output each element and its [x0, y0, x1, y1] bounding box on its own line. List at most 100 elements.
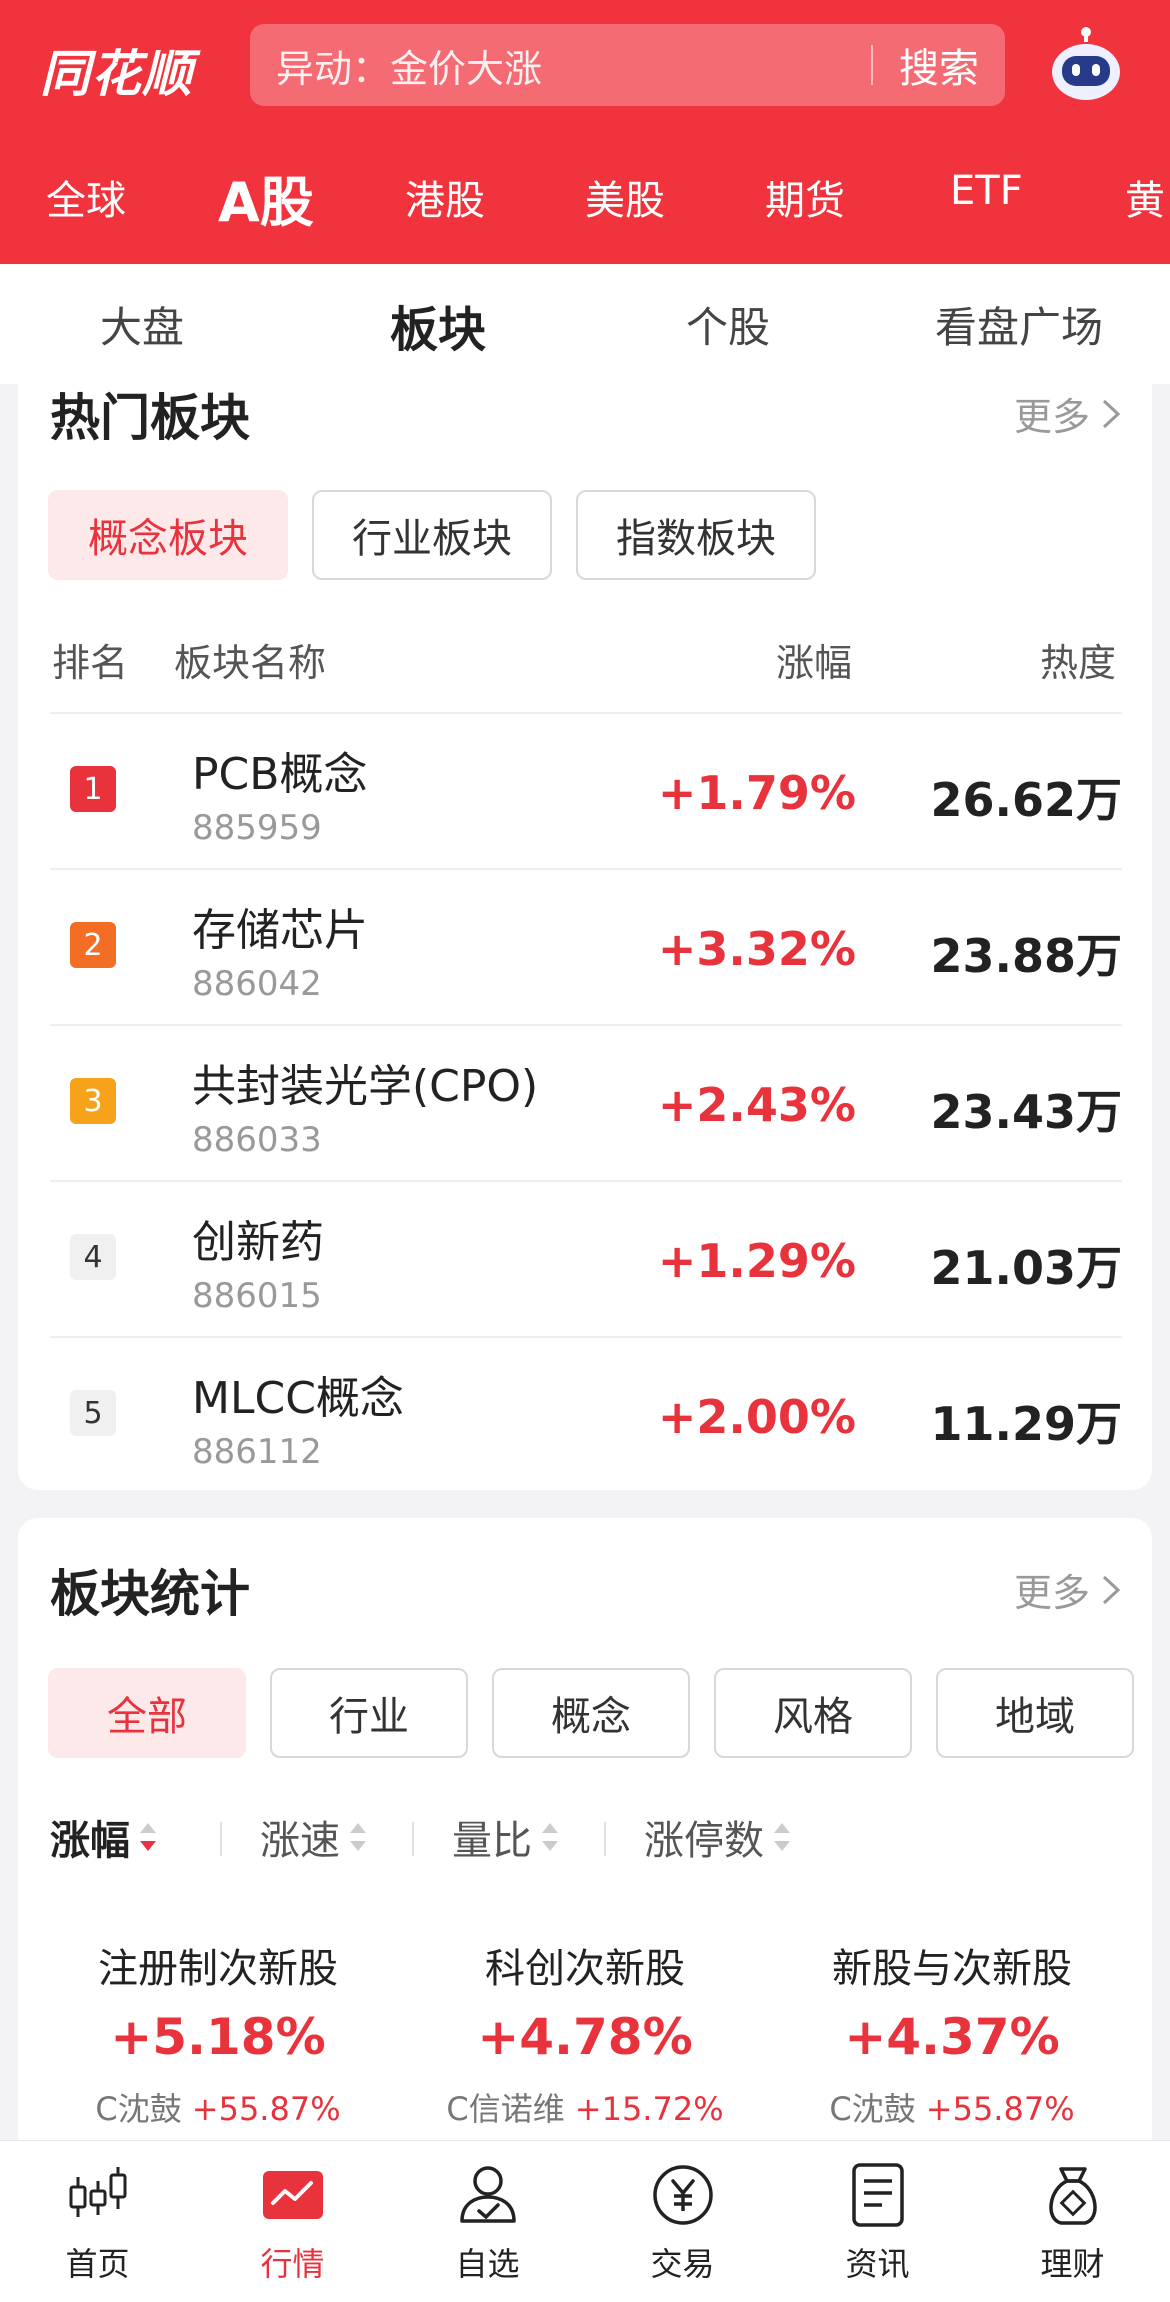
sort-label: 涨速: [260, 1818, 340, 1864]
more-label: 更多: [1013, 1571, 1090, 1615]
market-tab-gold[interactable]: 黄: [1125, 168, 1165, 226]
chip-all[interactable]: 全部: [48, 1668, 246, 1758]
hot-sectors-more-link[interactable]: 更多: [1014, 386, 1122, 441]
search-divider: [871, 45, 873, 85]
sort-label: 量比: [452, 1818, 532, 1864]
sector-code: 886112: [192, 1432, 322, 1472]
table-row[interactable]: 4 创新药 886015 +1.29% 21.03万: [50, 1180, 1122, 1336]
sector-change: +1.79%: [657, 766, 856, 820]
market-tab-global[interactable]: 全球: [46, 168, 126, 226]
sector-code: 885959: [192, 808, 322, 848]
stat-sector-change: +5.18%: [110, 2008, 326, 2066]
sector-code: 886042: [192, 964, 322, 1004]
nav-trade[interactable]: 交易: [585, 2159, 780, 2285]
stat-item[interactable]: 科创次新股 +4.78% C信诺维 +15.72%: [405, 1936, 765, 2130]
market-tab-futures[interactable]: 期货: [765, 168, 845, 226]
sort-by-change[interactable]: 涨幅: [50, 1808, 158, 1866]
nav-label: 行情: [260, 2245, 325, 2283]
search-bar[interactable]: 异动：金价大涨 搜索: [250, 24, 1005, 106]
sort-divider: [412, 1822, 414, 1856]
search-button[interactable]: 搜索: [899, 36, 1005, 94]
sector-code: 886033: [192, 1120, 322, 1160]
stat-leader: C信诺维 +15.72%: [405, 2084, 765, 2130]
sort-bar: 涨幅 涨速 量比 涨停数: [50, 1808, 1050, 1868]
sort-by-speed[interactable]: 涨速: [260, 1808, 368, 1866]
sector-name: MLCC概念: [192, 1373, 404, 1424]
market-tab-us[interactable]: 美股: [585, 168, 665, 226]
nav-label: 首页: [65, 2245, 130, 2283]
chip-industry-sectors[interactable]: 行业板块: [312, 490, 552, 580]
tab-sectors[interactable]: 板块: [390, 290, 486, 360]
nav-home[interactable]: 首页: [0, 2159, 195, 2285]
sector-change: +3.32%: [657, 922, 856, 976]
tab-community[interactable]: 看盘广场: [935, 294, 1103, 355]
market-tab-a-share[interactable]: A股: [218, 158, 314, 237]
rank-badge: 3: [70, 1078, 116, 1124]
chip-concept-sectors[interactable]: 概念板块: [48, 490, 288, 580]
chip-region[interactable]: 地域: [936, 1668, 1134, 1758]
stat-leader: C沈鼓 +55.87%: [772, 2084, 1132, 2130]
col-rank: 排名: [52, 641, 129, 685]
sort-divider: [220, 1822, 222, 1856]
hot-sectors-card: 热门板块 更多 概念板块 行业板块 指数板块 排名 板块名称 涨幅 热度 1 P…: [18, 370, 1152, 1490]
chip-index-sectors[interactable]: 指数板块: [576, 490, 816, 580]
more-label: 更多: [1013, 395, 1090, 439]
nav-wealth[interactable]: 理财: [975, 2159, 1170, 2285]
sector-name: 存储芯片: [192, 905, 368, 956]
chip-industry[interactable]: 行业: [270, 1668, 468, 1758]
leader-name: C沈鼓: [95, 2090, 182, 2128]
table-row[interactable]: 3 共封装光学(CPO) 886033 +2.43% 23.43万: [50, 1024, 1122, 1180]
table-row[interactable]: 1 PCB概念 885959 +1.79% 26.62万: [50, 712, 1122, 868]
sort-icon: [350, 1823, 366, 1851]
yuan-coin-icon: [652, 2165, 713, 2225]
nav-label: 交易: [650, 2245, 715, 2283]
robot-assistant-icon[interactable]: [1046, 26, 1126, 106]
market-tab-hk[interactable]: 港股: [405, 168, 485, 226]
stat-item[interactable]: 注册制次新股 +5.18% C沈鼓 +55.87%: [38, 1936, 398, 2130]
bottom-nav: 首页 行情 自选 交易 资讯 理财: [0, 2140, 1170, 2302]
search-input[interactable]: 异动：金价大涨: [250, 38, 871, 93]
hot-sectors-title: 热门板块: [50, 389, 250, 447]
sector-heat: 11.29万: [930, 1397, 1122, 1451]
tab-stocks[interactable]: 个股: [686, 294, 770, 355]
rank-badge: 2: [70, 922, 116, 968]
sector-stats-more-link[interactable]: 更多: [1014, 1562, 1122, 1617]
app-logo: 同花顺: [40, 45, 193, 103]
chip-style[interactable]: 风格: [714, 1668, 912, 1758]
tab-market-overview[interactable]: 大盘: [100, 294, 184, 355]
sort-icon: [774, 1823, 790, 1851]
rank-badge: 5: [70, 1390, 116, 1436]
nav-watchlist[interactable]: 自选: [390, 2159, 585, 2285]
table-row[interactable]: 2 存储芯片 886042 +3.32% 23.88万: [50, 868, 1122, 1024]
sector-change: +1.29%: [657, 1234, 856, 1288]
table-row[interactable]: 5 MLCC概念 886112 +2.00% 11.29万: [50, 1336, 1122, 1492]
sector-name: 共封装光学(CPO): [192, 1061, 539, 1112]
sort-divider: [604, 1822, 606, 1856]
sort-desc-icon: [140, 1823, 156, 1851]
stat-leader: C沈鼓 +55.87%: [38, 2084, 398, 2130]
leader-change: +15.72%: [574, 2090, 724, 2128]
sector-stats-title: 板块统计: [50, 1565, 250, 1623]
chip-concept[interactable]: 概念: [492, 1668, 690, 1758]
app-header: 同花顺 异动：金价大涨 搜索 全球 A股 港股 美股 期货 ETF 黄: [0, 0, 1170, 264]
stat-sector-change: +4.78%: [477, 2008, 693, 2066]
nav-news[interactable]: 资讯: [780, 2159, 975, 2285]
col-change[interactable]: 涨幅: [776, 632, 852, 687]
sort-label: 涨停数: [644, 1818, 764, 1864]
sort-by-limit-up[interactable]: 涨停数: [644, 1808, 792, 1866]
nav-label: 理财: [1040, 2245, 1105, 2283]
nav-market[interactable]: 行情: [195, 2159, 390, 2285]
sort-label: 涨幅: [50, 1818, 130, 1864]
stat-item[interactable]: 新股与次新股 +4.37% C沈鼓 +55.87%: [772, 1936, 1132, 2130]
sector-change: +2.00%: [657, 1390, 856, 1444]
market-tabs: 全球 A股 港股 美股 期货 ETF 黄: [0, 150, 1170, 250]
col-heat[interactable]: 热度: [1040, 632, 1116, 687]
rank-badge: 4: [70, 1234, 116, 1280]
sort-by-volume-ratio[interactable]: 量比: [452, 1808, 560, 1866]
user-check-icon: [459, 2166, 516, 2223]
chevron-right-icon: [1102, 399, 1121, 428]
sector-heat: 23.43万: [930, 1085, 1122, 1139]
market-tab-etf[interactable]: ETF: [950, 168, 1023, 214]
stat-sector-change: +4.37%: [844, 2008, 1060, 2066]
col-sector-name: 板块名称: [174, 641, 327, 685]
